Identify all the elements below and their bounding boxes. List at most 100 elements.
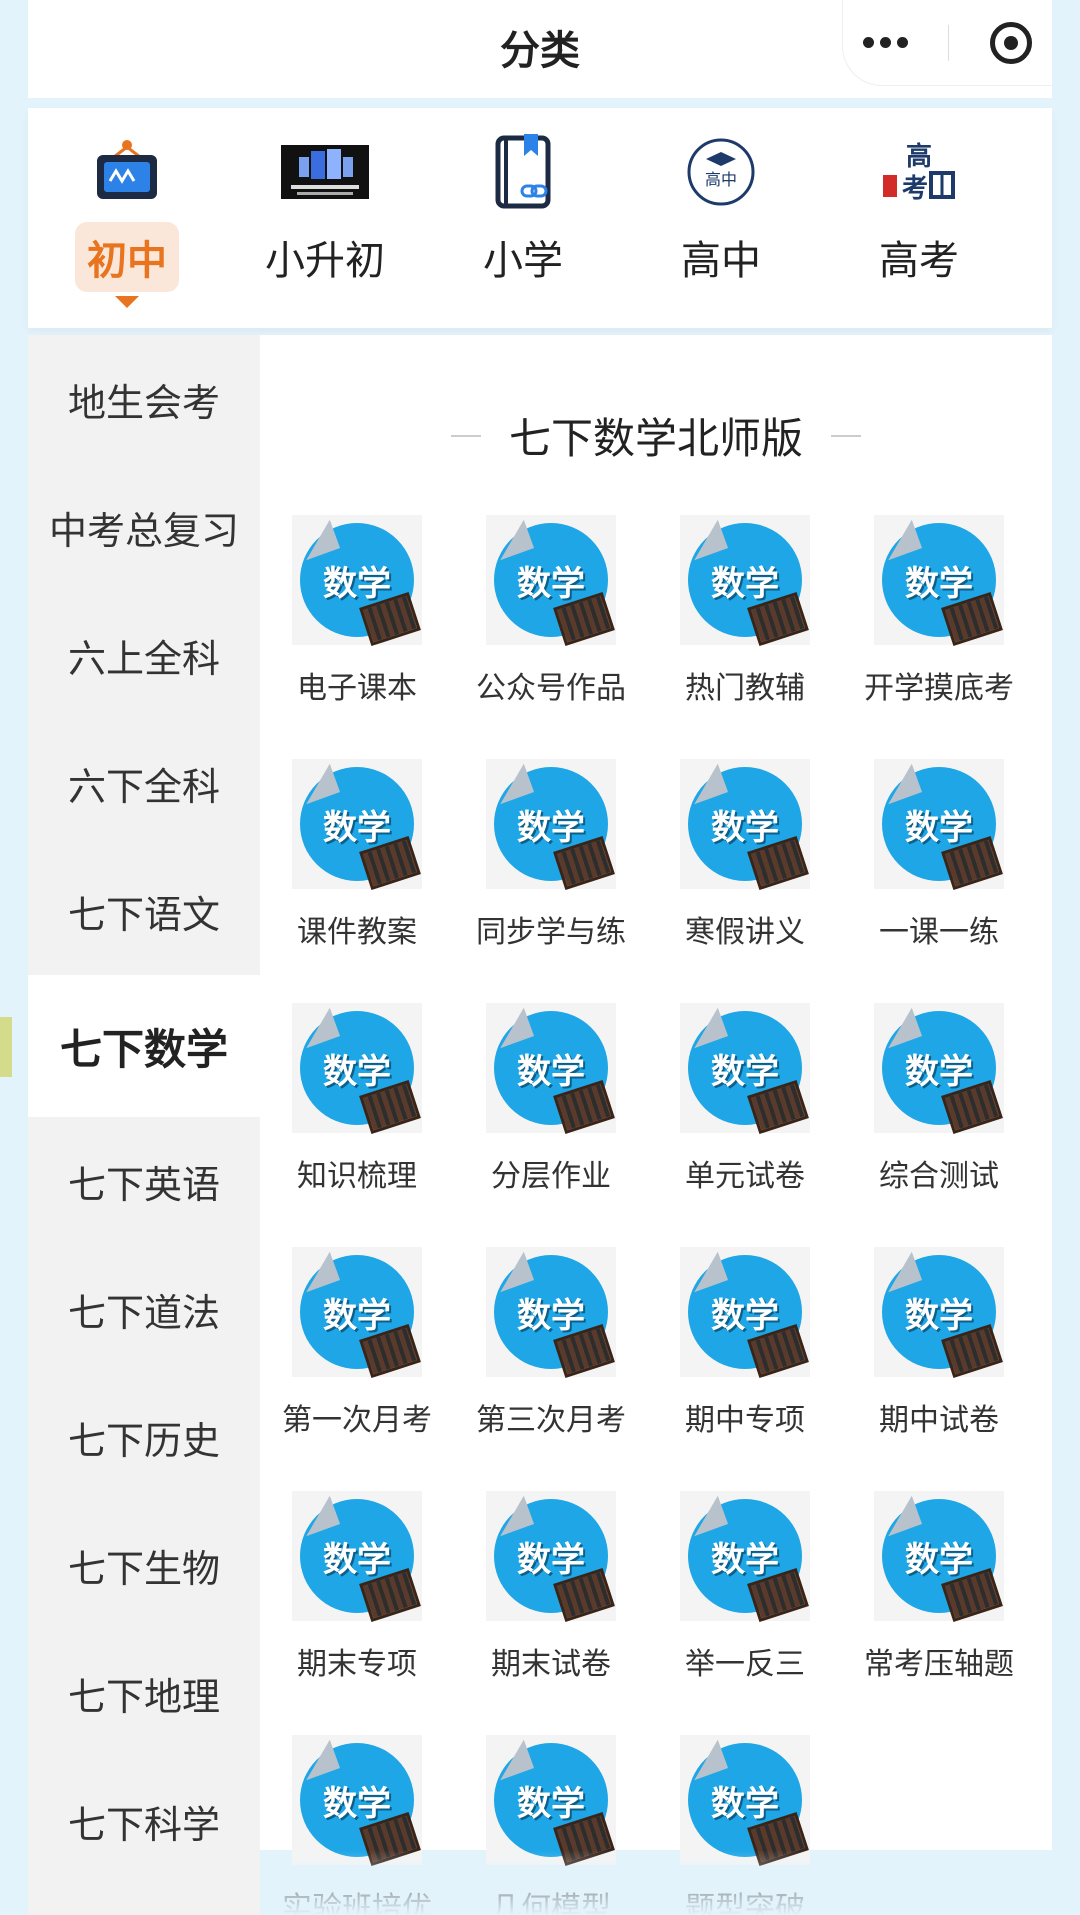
resource-label: 知识梳理 bbox=[297, 1159, 417, 1194]
resource-label: 期中专项 bbox=[685, 1403, 805, 1438]
resource-item[interactable]: 数学 期末专项 bbox=[260, 1491, 454, 1683]
math-subject-icon: 数学 bbox=[680, 1003, 810, 1135]
tab-label: 小学 bbox=[483, 238, 563, 284]
math-subject-icon: 数学 bbox=[292, 759, 422, 891]
sidebar-item-grade7-chinese[interactable]: 七下语文 bbox=[28, 847, 260, 975]
svg-text:考: 考 bbox=[902, 174, 928, 204]
resource-label: 单元试卷 bbox=[685, 1159, 805, 1194]
resource-item[interactable]: 数学 单元试卷 bbox=[648, 1003, 842, 1195]
capsule-divider bbox=[948, 24, 950, 61]
resource-label: 热门教辅 bbox=[685, 671, 805, 706]
section-title: 七下数学北师版 bbox=[508, 414, 803, 463]
sidebar-item-grade6-up-all[interactable]: 六上全科 bbox=[28, 591, 260, 719]
math-subject-icon: 数学 bbox=[292, 1247, 422, 1379]
resource-item[interactable]: 数学 第一次月考 bbox=[260, 1247, 454, 1439]
sidebar-item-grade7-science[interactable]: 七下科学 bbox=[28, 1757, 260, 1885]
math-subject-icon: 数学 bbox=[680, 515, 810, 647]
resource-item[interactable]: 数学 分层作业 bbox=[454, 1003, 648, 1195]
math-subject-icon: 数学 bbox=[486, 1491, 616, 1623]
more-dots-icon[interactable] bbox=[863, 37, 909, 48]
resource-item[interactable]: 数学 热门教辅 bbox=[648, 515, 842, 707]
resource-item[interactable]: 数学 同步学与练 bbox=[454, 759, 648, 951]
sidebar-item-grade6-down-all[interactable]: 六下全科 bbox=[28, 719, 260, 847]
content-panel: 七下数学北师版 数学 电子课本 数学 公众号作品 数学 热门教辅 数学 开学摸底考 数学 课件教案… bbox=[260, 335, 1052, 1915]
math-subject-icon: 数学 bbox=[680, 759, 810, 891]
sidebar-item-grade7-geography[interactable]: 七下地理 bbox=[28, 1629, 260, 1757]
resource-label: 一课一练 bbox=[879, 915, 999, 950]
tab-junior-high[interactable]: 初中 bbox=[28, 108, 226, 328]
mini-program-capsule bbox=[842, 0, 1052, 86]
top-navigation-bar: 分类 bbox=[28, 0, 1052, 98]
resource-item[interactable]: 数学 开学摸底考 bbox=[842, 515, 1036, 707]
resource-label: 课件教案 bbox=[297, 915, 417, 950]
sidebar: 地生会考 中考总复习 六上全科 六下全科 七下语文 七下数学 七下英语 七下道法… bbox=[28, 335, 260, 1915]
math-subject-icon: 数学 bbox=[874, 515, 1004, 647]
resource-item[interactable]: 数学 寒假讲义 bbox=[648, 759, 842, 951]
math-subject-icon: 数学 bbox=[486, 1003, 616, 1135]
tab-senior-high[interactable]: 高中 高中 bbox=[622, 108, 820, 328]
resource-item[interactable]: 数学 综合测试 bbox=[842, 1003, 1036, 1195]
math-subject-icon: 数学 bbox=[680, 1491, 810, 1623]
tab-label: 小升初 bbox=[265, 238, 385, 284]
tab-primary-to-junior[interactable]: 小升初 bbox=[226, 108, 424, 328]
resource-item[interactable]: 数学 期中试卷 bbox=[842, 1247, 1036, 1439]
resource-label: 综合测试 bbox=[879, 1159, 999, 1194]
title-divider-right bbox=[831, 434, 861, 437]
math-subject-icon: 数学 bbox=[292, 1003, 422, 1135]
resource-label: 第一次月考 bbox=[282, 1403, 432, 1438]
math-subject-icon: 数学 bbox=[680, 1735, 810, 1867]
resource-label: 分层作业 bbox=[491, 1159, 611, 1194]
math-subject-icon: 数学 bbox=[874, 759, 1004, 891]
resource-label: 寒假讲义 bbox=[685, 915, 805, 950]
sidebar-item-grade7-math[interactable]: 七下数学 bbox=[28, 975, 260, 1117]
graduation-cap-badge-icon: 高中 bbox=[676, 132, 766, 212]
resource-item[interactable]: 数学 第三次月考 bbox=[454, 1247, 648, 1439]
math-subject-icon: 数学 bbox=[486, 1247, 616, 1379]
tab-primary[interactable]: 小学 bbox=[424, 108, 622, 328]
resource-label: 期中试卷 bbox=[879, 1403, 999, 1438]
sidebar-item-geo-bio-exam[interactable]: 地生会考 bbox=[28, 335, 260, 463]
math-subject-icon: 数学 bbox=[486, 1735, 616, 1867]
math-subject-icon: 数学 bbox=[874, 1247, 1004, 1379]
sidebar-item-zhongkao-review[interactable]: 中考总复习 bbox=[28, 463, 260, 591]
resource-label: 第三次月考 bbox=[476, 1403, 626, 1438]
tab-label: 高考 bbox=[879, 238, 959, 284]
resource-item[interactable]: 数学 期中专项 bbox=[648, 1247, 842, 1439]
bottom-fade bbox=[260, 1850, 1052, 1915]
resource-label: 电子课本 bbox=[297, 671, 417, 706]
resource-label: 公众号作品 bbox=[476, 671, 626, 706]
resource-label: 同步学与练 bbox=[476, 915, 626, 950]
math-subject-icon: 数学 bbox=[292, 1491, 422, 1623]
sidebar-item-grade7-biology[interactable]: 七下生物 bbox=[28, 1501, 260, 1629]
math-subject-icon: 数学 bbox=[486, 515, 616, 647]
promo-banner-icon bbox=[280, 132, 370, 212]
resource-item[interactable]: 数学 公众号作品 bbox=[454, 515, 648, 707]
tab-gaokao[interactable]: 高 考 高考 bbox=[820, 108, 1018, 328]
category-tabs: 初中 小升初 小学 高中 高中 高 考 高考 bbox=[28, 108, 1052, 328]
resource-item[interactable]: 数学 课件教案 bbox=[260, 759, 454, 951]
section-header: 七下数学北师版 bbox=[260, 405, 1052, 466]
resource-item[interactable]: 数学 一课一练 bbox=[842, 759, 1036, 951]
resource-item[interactable]: 数学 举一反三 bbox=[648, 1491, 842, 1683]
resource-item[interactable]: 数学 知识梳理 bbox=[260, 1003, 454, 1195]
resource-item[interactable]: 数学 期末试卷 bbox=[454, 1491, 648, 1683]
tab-label: 高中 bbox=[681, 238, 761, 284]
gaokao-gate-icon: 高 考 bbox=[874, 132, 964, 212]
whiteboard-icon bbox=[82, 132, 172, 212]
active-sidebar-marker bbox=[0, 1017, 12, 1077]
resource-label: 举一反三 bbox=[685, 1647, 805, 1682]
tab-label: 初中 bbox=[75, 222, 179, 292]
target-circle-icon[interactable] bbox=[989, 21, 1032, 64]
resource-item[interactable]: 数学 电子课本 bbox=[260, 515, 454, 707]
svg-text:高中: 高中 bbox=[705, 170, 737, 189]
resource-label: 开学摸底考 bbox=[864, 671, 1014, 706]
book-link-icon bbox=[478, 132, 568, 212]
math-subject-icon: 数学 bbox=[680, 1247, 810, 1379]
resource-grid: 数学 电子课本 数学 公众号作品 数学 热门教辅 数学 开学摸底考 数学 课件教案 数学 同步学与练数… bbox=[260, 515, 1052, 1915]
sidebar-item-grade7-morality-law[interactable]: 七下道法 bbox=[28, 1245, 260, 1373]
resource-item[interactable]: 数学 常考压轴题 bbox=[842, 1491, 1036, 1683]
title-divider-left bbox=[450, 434, 481, 437]
svg-text:高: 高 bbox=[906, 141, 932, 172]
sidebar-item-grade7-history[interactable]: 七下历史 bbox=[28, 1373, 260, 1501]
sidebar-item-grade7-english[interactable]: 七下英语 bbox=[28, 1117, 260, 1245]
